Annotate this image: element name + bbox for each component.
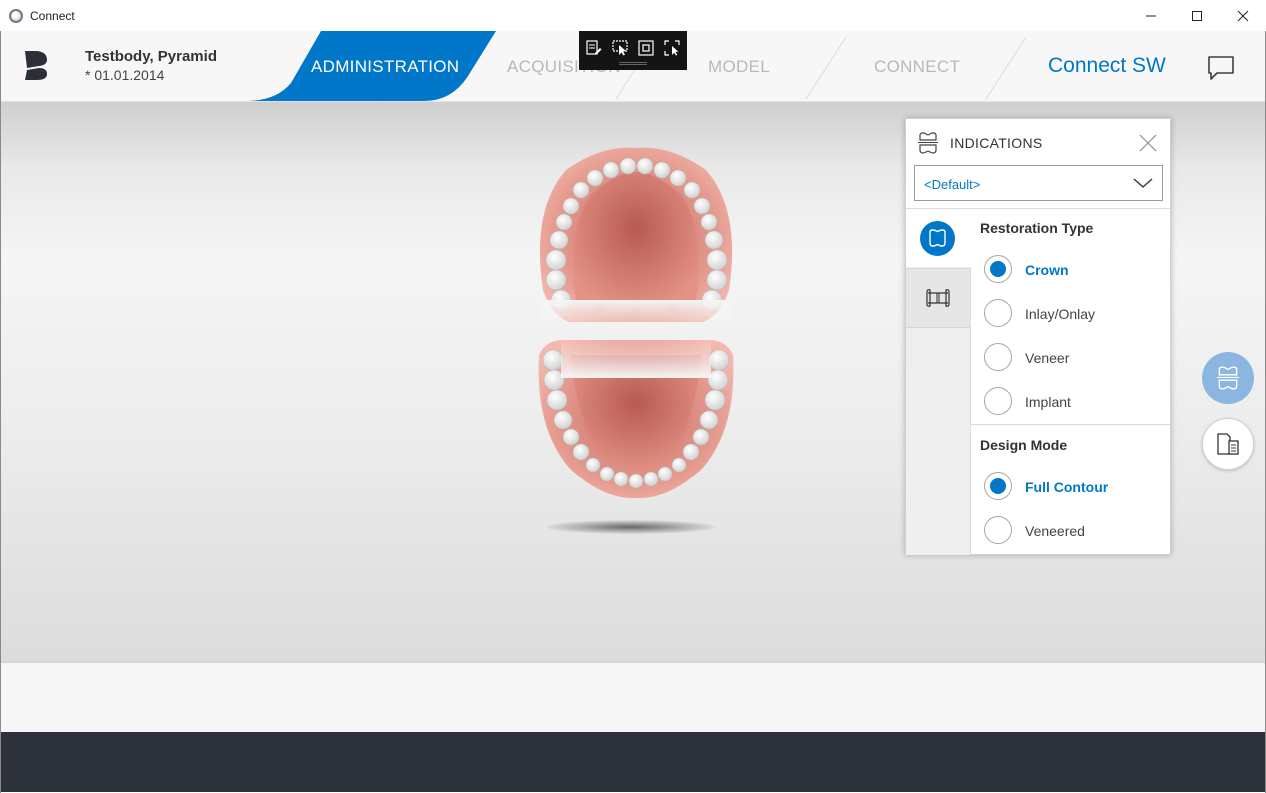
- bottom-status-bar: [1, 732, 1265, 792]
- radio-veneered[interactable]: [984, 516, 1012, 544]
- jaw-shadow: [546, 520, 716, 534]
- restoration-type-title: Restoration Type: [980, 220, 1094, 236]
- option-full-contour[interactable]: Full Contour: [984, 472, 1164, 502]
- radio-inlay-onlay[interactable]: [984, 299, 1012, 327]
- jaw-icon: [1217, 366, 1239, 390]
- dental-arch-model[interactable]: [521, 140, 751, 520]
- tab-connect[interactable]: CONNECT: [874, 57, 960, 77]
- dropdown-selected-value: <Default>: [924, 177, 981, 192]
- side-tab-single-tooth[interactable]: [906, 209, 971, 267]
- minimize-button[interactable]: [1128, 0, 1174, 31]
- close-button[interactable]: [1220, 0, 1266, 31]
- option-veneer[interactable]: Veneer: [984, 343, 1164, 373]
- floating-toolbar: [579, 31, 687, 70]
- indications-title: INDICATIONS: [950, 135, 1043, 151]
- option-veneered[interactable]: Veneered: [984, 516, 1164, 546]
- radio-implant[interactable]: [984, 387, 1012, 415]
- minimize-icon: [1146, 15, 1156, 16]
- tooth-crown-icon: [929, 229, 946, 247]
- tab-separator: [805, 36, 847, 100]
- brand-title: Connect SW: [1048, 54, 1166, 77]
- option-crown[interactable]: Crown: [984, 255, 1164, 285]
- toolbar-drag-handle[interactable]: [619, 62, 647, 65]
- option-full-contour-label: Full Contour: [1025, 479, 1109, 495]
- indication-preset-dropdown[interactable]: <Default>: [914, 165, 1163, 201]
- close-icon[interactable]: [1138, 133, 1158, 153]
- lower-panel: [1, 661, 1265, 732]
- select-cursor-icon[interactable]: [612, 40, 628, 56]
- tab-active-circle: [920, 221, 955, 256]
- section-divider: [971, 424, 1170, 425]
- option-inlay-onlay[interactable]: Inlay/Onlay: [984, 299, 1164, 329]
- close-icon: [1237, 10, 1249, 21]
- radio-veneer[interactable]: [984, 343, 1012, 371]
- option-implant-label: Implant: [1025, 394, 1071, 410]
- jaw-icon: [918, 132, 938, 154]
- document-button[interactable]: [1202, 418, 1254, 470]
- option-veneer-label: Veneer: [1025, 350, 1070, 366]
- window-controls: [1128, 0, 1266, 31]
- option-veneered-label: Veneered: [1025, 523, 1085, 539]
- radio-crown[interactable]: [984, 255, 1012, 283]
- bridge-icon: [926, 289, 950, 307]
- chat-icon[interactable]: [1207, 55, 1235, 81]
- maximize-icon: [1192, 10, 1202, 21]
- patient-birthdate: * 01.01.2014: [85, 67, 165, 83]
- tab-administration[interactable]: ADMINISTRATION: [311, 57, 459, 77]
- indications-panel: INDICATIONS <Default> Restoration Type C…: [905, 118, 1171, 555]
- option-crown-label: Crown: [1025, 262, 1069, 278]
- app-icon: [9, 8, 23, 23]
- frame-icon[interactable]: [638, 40, 654, 56]
- side-tab-bridge[interactable]: [906, 268, 970, 328]
- fullscreen-select-icon[interactable]: [664, 40, 680, 56]
- tab-model[interactable]: MODEL: [708, 57, 770, 77]
- window-titlebar: Connect: [0, 0, 1266, 31]
- option-inlay-onlay-label: Inlay/Onlay: [1025, 306, 1096, 322]
- radio-full-contour[interactable]: [984, 472, 1012, 500]
- document-icon: [1217, 433, 1239, 455]
- maximize-button[interactable]: [1174, 0, 1220, 31]
- design-mode-title: Design Mode: [980, 437, 1068, 453]
- edit-list-icon[interactable]: [586, 40, 602, 56]
- brand-logo-icon: [25, 51, 47, 80]
- indications-panel-header: INDICATIONS: [906, 119, 1170, 164]
- tab-separator: [985, 36, 1027, 100]
- window-title: Connect: [30, 8, 75, 23]
- indication-side-tabs: [906, 209, 971, 555]
- indications-toggle-button[interactable]: [1202, 352, 1254, 404]
- patient-name: Testbody, Pyramid: [85, 48, 217, 65]
- chevron-down-icon: [1133, 178, 1153, 188]
- option-implant[interactable]: Implant: [984, 387, 1164, 417]
